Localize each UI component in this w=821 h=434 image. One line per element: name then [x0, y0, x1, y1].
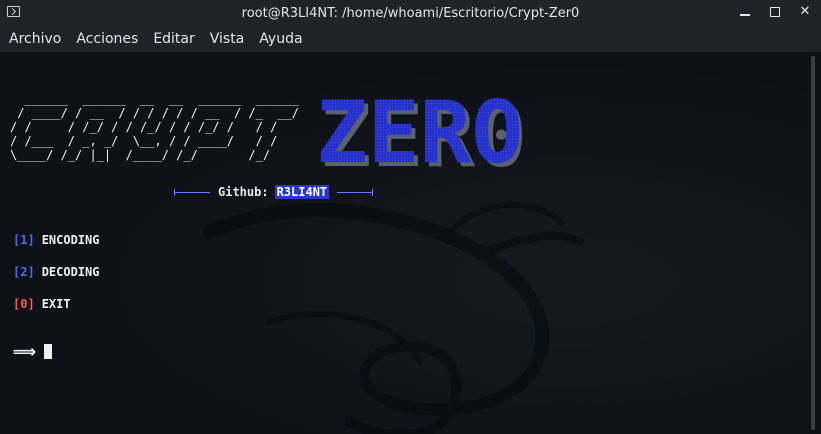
minimize-icon[interactable] — [737, 4, 753, 20]
title-bar: root@R3LI4NT: /home/whoami/Escritorio/Cr… — [0, 0, 821, 26]
ascii-banner-crypt: ______ ______ __ __ ______ ______ / ____… — [10, 92, 299, 162]
ascii-banner-zero: ZER0 ZERO — [316, 88, 527, 172]
terminal-window: root@R3LI4NT: /home/whoami/Escritorio/Cr… — [0, 0, 821, 434]
terminal-app-icon — [7, 6, 20, 17]
text-cursor — [43, 344, 52, 359]
github-credit: Github: R3LI4NT — [174, 185, 374, 199]
option-label: EXIT — [41, 297, 71, 311]
maximize-icon[interactable] — [767, 4, 783, 20]
option-label: ENCODING — [41, 233, 100, 247]
kali-dragon-watermark — [203, 201, 584, 434]
svg-text:ZERO: ZERO — [316, 88, 523, 172]
option-label: DECODING — [41, 265, 100, 279]
menu-vista[interactable]: Vista — [210, 31, 245, 47]
option-key: [0] — [13, 297, 35, 311]
menu-editar[interactable]: Editar — [153, 31, 194, 47]
menu-archivo[interactable]: Archivo — [9, 31, 61, 47]
github-label: Github: — [218, 185, 269, 199]
menu-bar: Archivo Acciones Editar Vista Ayuda — [0, 26, 821, 52]
menu-ayuda[interactable]: Ayuda — [259, 31, 302, 47]
input-prompt[interactable]: ⟹ — [13, 342, 52, 361]
option-key: [1] — [13, 233, 35, 247]
option-decoding: [2] DECODING — [13, 265, 99, 279]
option-exit: [0] EXIT — [13, 297, 71, 311]
scrollbar[interactable] — [808, 52, 821, 434]
divider-right — [337, 188, 374, 196]
option-encoding: [1] ENCODING — [13, 233, 99, 247]
window-controls: ✕ — [737, 4, 813, 20]
option-key: [2] — [13, 265, 35, 279]
github-username[interactable]: R3LI4NT — [274, 185, 330, 199]
divider-left — [174, 188, 210, 196]
window-title: root@R3LI4NT: /home/whoami/Escritorio/Cr… — [241, 5, 580, 21]
close-icon[interactable]: ✕ — [797, 4, 813, 20]
terminal-area[interactable]: ______ ______ __ __ ______ ______ / ____… — [0, 52, 808, 434]
menu-acciones[interactable]: Acciones — [76, 31, 138, 47]
prompt-arrow-icon: ⟹ — [13, 342, 36, 361]
scrollbar-thumb[interactable] — [811, 56, 815, 430]
